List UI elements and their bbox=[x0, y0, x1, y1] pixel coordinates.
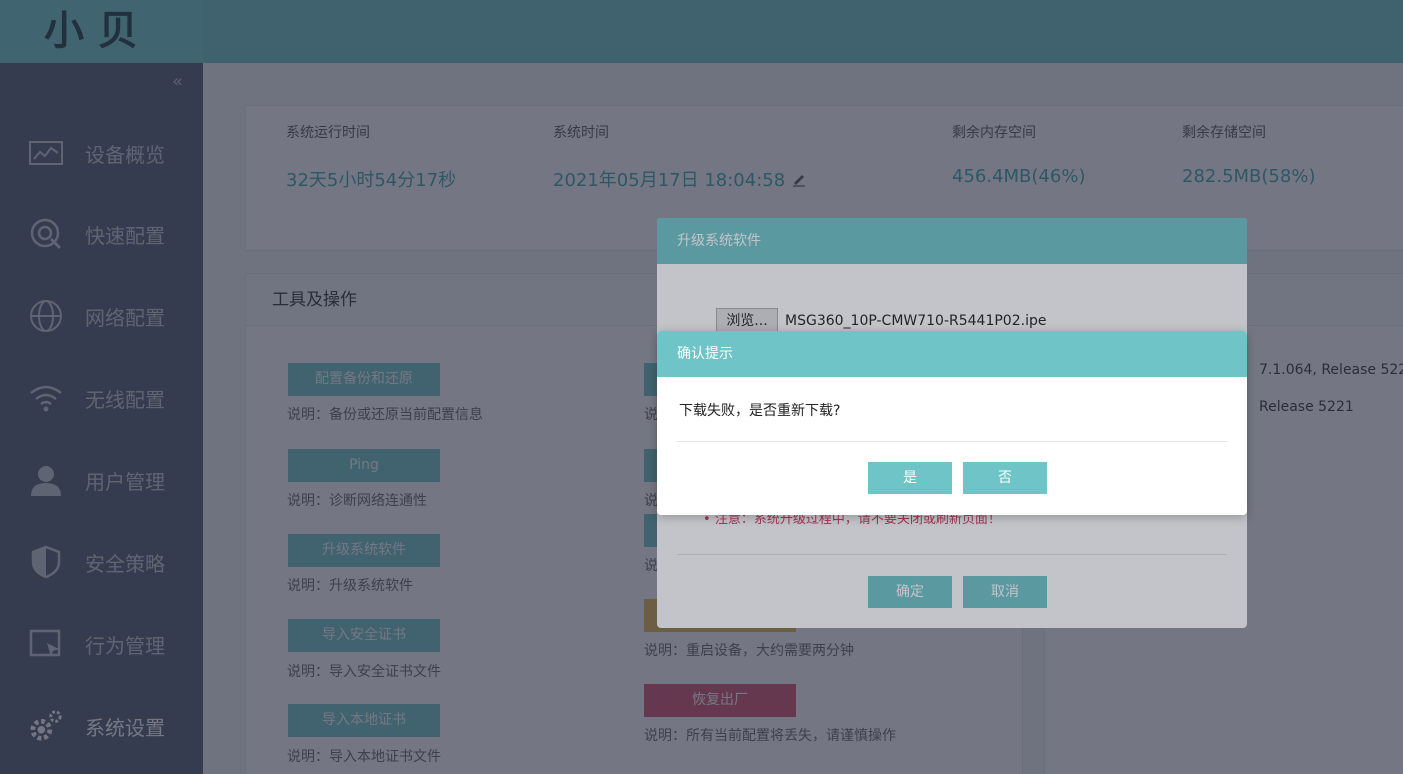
confirm-yes-button[interactable]: 是 bbox=[868, 462, 952, 494]
confirm-dialog: 确认提示 下载失败，是否重新下载? 是 否 bbox=[657, 331, 1247, 515]
confirm-no-button[interactable]: 否 bbox=[963, 462, 1047, 494]
confirm-dialog-divider bbox=[677, 441, 1227, 442]
confirm-dialog-title: 确认提示 bbox=[657, 331, 1247, 377]
confirm-message: 下载失败，是否重新下载? bbox=[679, 403, 841, 419]
app-root: 小贝 « 设备概览 快速配置 网络配置 无线配置 bbox=[0, 0, 1403, 774]
